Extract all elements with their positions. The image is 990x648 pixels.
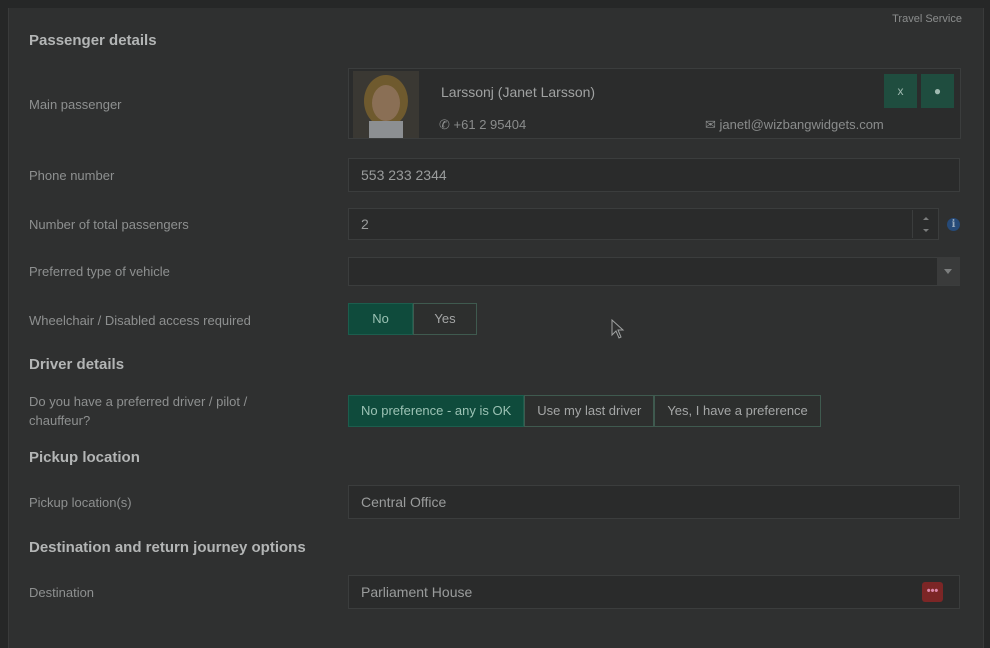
passenger-phone-text: +61 2 95404 bbox=[453, 117, 527, 132]
passenger-email-text: janetl@wizbangwidgets.com bbox=[719, 117, 884, 132]
passenger-phone: ✆ +61 2 95404 bbox=[439, 117, 526, 133]
section-driver-heading: Driver details bbox=[29, 356, 125, 373]
passenger-email: ✉ janetl@wizbangwidgets.com bbox=[705, 117, 884, 133]
section-passenger-heading: Passenger details bbox=[29, 32, 157, 49]
phone-number-input[interactable]: 553 233 2344 bbox=[348, 158, 960, 192]
main-passenger-label: Main passenger bbox=[29, 97, 122, 112]
envelope-icon: ✉ bbox=[705, 117, 716, 132]
total-passengers-label: Number of total passengers bbox=[29, 217, 189, 232]
wheelchair-label: Wheelchair / Disabled access required bbox=[29, 313, 251, 328]
pickup-location-label: Pickup location(s) bbox=[29, 495, 132, 510]
chevron-down-icon[interactable] bbox=[937, 257, 960, 285]
mouse-cursor-icon bbox=[611, 319, 625, 339]
destination-label: Destination bbox=[29, 585, 95, 600]
section-destination-heading: Destination and return journey options bbox=[29, 539, 306, 556]
remove-passenger-button[interactable]: x bbox=[884, 74, 917, 108]
section-pickup-heading: Pickup location bbox=[29, 449, 140, 466]
wheelchair-yes-button[interactable]: Yes bbox=[413, 303, 477, 335]
preferred-driver-label-line2: chauffeur? bbox=[29, 413, 91, 428]
passenger-avatar bbox=[353, 71, 419, 138]
preferred-driver-toggle: No preference - any is OK Use my last dr… bbox=[348, 395, 821, 427]
destination-input[interactable]: Parliament House bbox=[348, 575, 960, 609]
wheelchair-no-button[interactable]: No bbox=[348, 303, 413, 335]
wheelchair-toggle: No Yes bbox=[348, 303, 477, 335]
more-options-icon[interactable]: ••• bbox=[922, 582, 943, 602]
vehicle-type-label: Preferred type of vehicle bbox=[29, 264, 170, 279]
no-preference-button[interactable]: No preference - any is OK bbox=[348, 395, 525, 427]
passenger-name: Larssonj (Janet Larsson) bbox=[441, 84, 596, 100]
service-label: Travel Service bbox=[892, 13, 962, 25]
last-driver-button[interactable]: Use my last driver bbox=[524, 395, 655, 427]
phone-icon: ✆ bbox=[439, 117, 450, 132]
total-passengers-input[interactable]: 2 bbox=[348, 208, 939, 240]
passenger-count-stepper[interactable] bbox=[912, 210, 939, 238]
have-preference-button[interactable]: Yes, I have a preference bbox=[654, 395, 821, 427]
main-passenger-card: Larssonj (Janet Larsson) ✆ +61 2 95404 ✉… bbox=[348, 68, 961, 139]
user-icon: ● bbox=[933, 84, 942, 98]
info-icon[interactable]: i bbox=[947, 218, 960, 231]
phone-number-label: Phone number bbox=[29, 168, 115, 183]
vehicle-type-select[interactable] bbox=[348, 257, 960, 286]
preferred-driver-label: Do you have a preferred driver / pilot /… bbox=[29, 392, 247, 430]
select-passenger-button[interactable]: ● bbox=[921, 74, 954, 108]
preferred-driver-label-line1: Do you have a preferred driver / pilot / bbox=[29, 394, 248, 409]
pickup-location-input[interactable]: Central Office bbox=[348, 485, 960, 519]
